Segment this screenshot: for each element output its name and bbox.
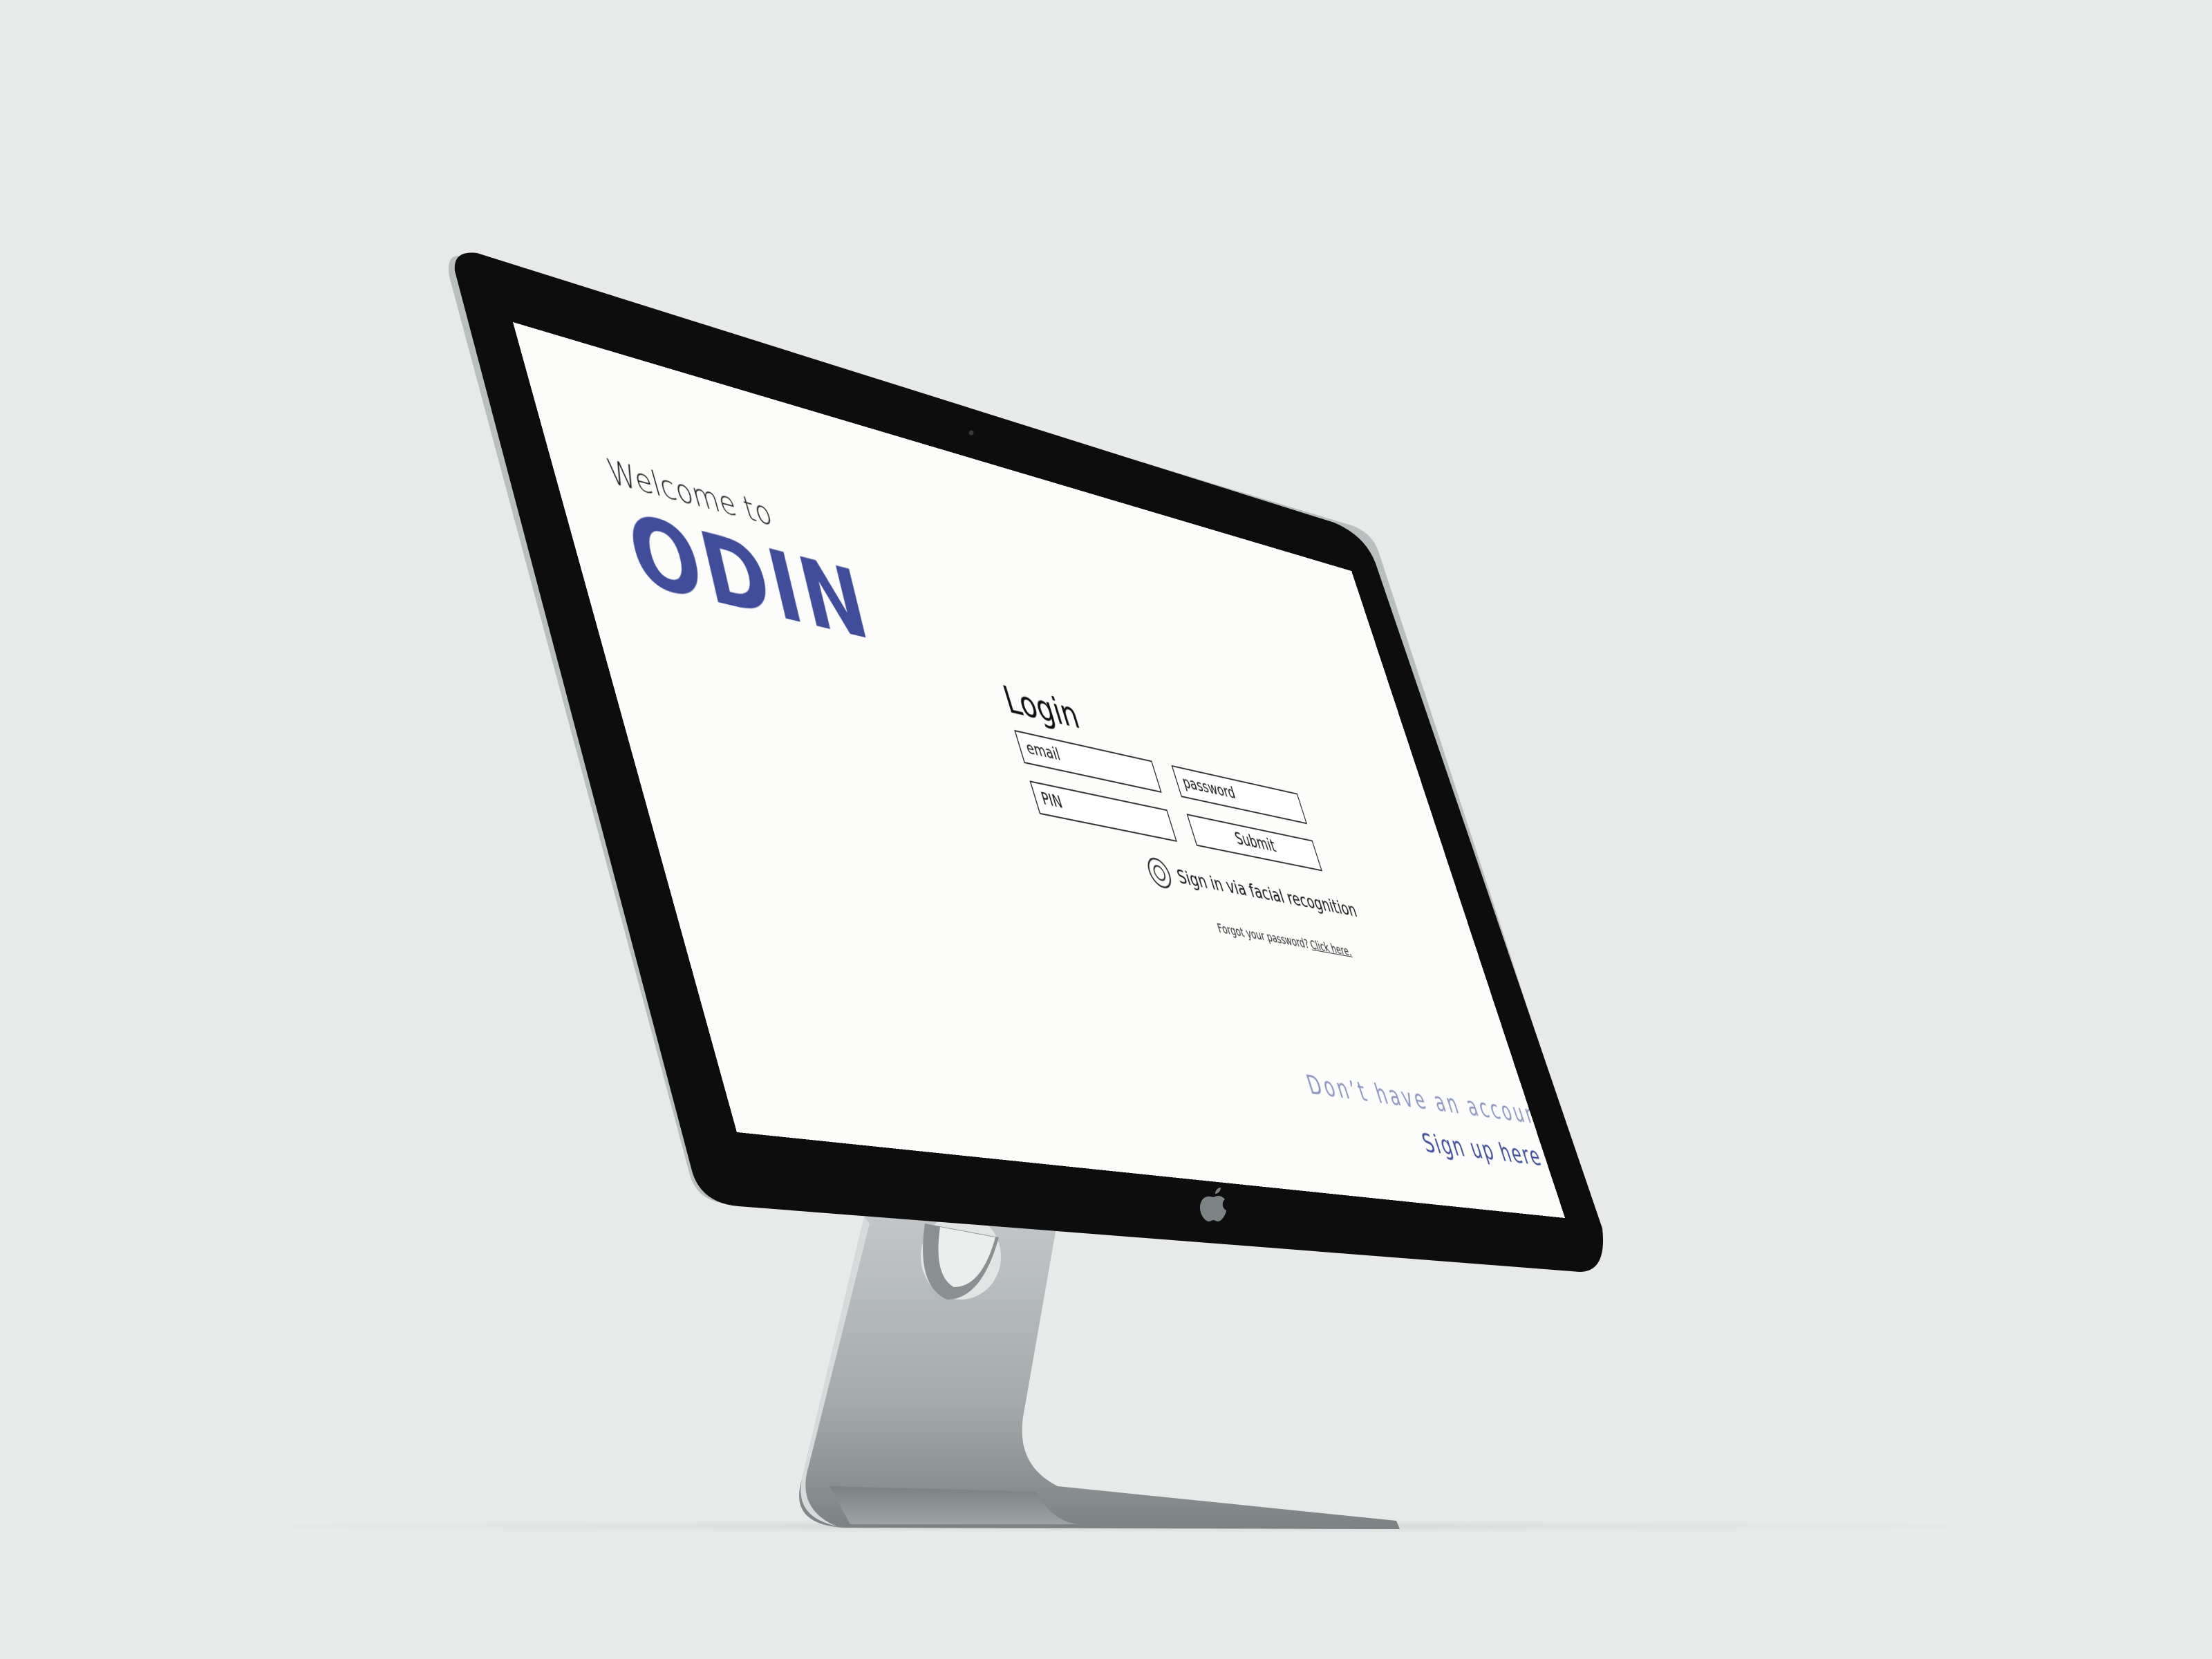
face-scan-icon[interactable]	[1143, 854, 1176, 892]
sign-up-link[interactable]: Sign up here	[1418, 1127, 1546, 1172]
scene: Welcome to ODIN Login Submit Sign in via…	[0, 0, 2212, 1659]
login-title: Login	[998, 678, 1084, 738]
facial-recognition-label: Sign in via facial recognition	[1174, 865, 1360, 921]
forgot-password-row: Forgot your password?Click here.	[1216, 921, 1353, 959]
camera-icon	[969, 431, 974, 435]
forgot-password-link[interactable]: Click here.	[1309, 939, 1353, 959]
facial-recognition-option[interactable]: Sign in via facial recognition	[1143, 853, 1362, 928]
forgot-password-text: Forgot your password?	[1216, 921, 1311, 952]
monitor-stand	[799, 1214, 1400, 1529]
